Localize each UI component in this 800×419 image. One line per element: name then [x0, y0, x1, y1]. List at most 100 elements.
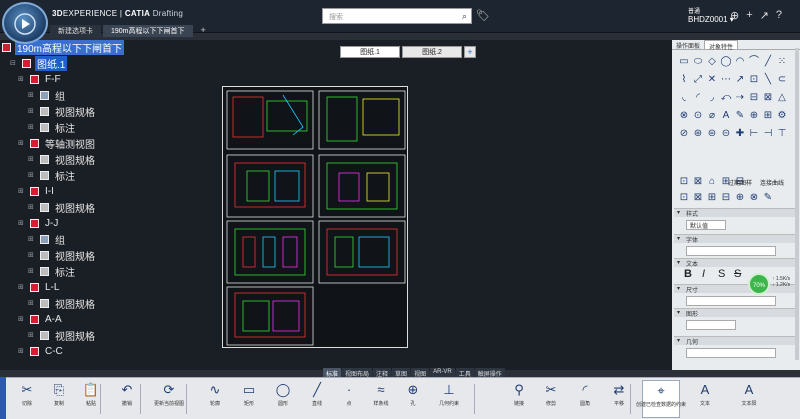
corner2-tool-icon[interactable]: ◜	[692, 92, 704, 104]
section-graphic[interactable]: 图形	[674, 308, 796, 318]
box-tool-icon[interactable]: ⊟	[748, 92, 760, 104]
action-button[interactable]: ∿ 轮廓	[196, 380, 234, 418]
section-font[interactable]: 字体	[674, 234, 796, 244]
action-tab[interactable]: AR-VR	[430, 368, 455, 377]
frame-tool-icon[interactable]: ⊡	[748, 74, 760, 86]
expand-icon[interactable]: ⊞	[28, 251, 36, 259]
tree-node[interactable]: ⊞ 视图规格	[28, 328, 97, 343]
rotate-tool-icon[interactable]: ⤺	[720, 92, 732, 104]
search-input[interactable]: 搜索 ⌕	[322, 8, 472, 24]
action-tab[interactable]: 触屏操作	[474, 368, 505, 378]
expand-icon[interactable]: ⊞	[18, 315, 26, 323]
action-button[interactable]: ▭ 矩形	[230, 380, 268, 418]
view2-tool-icon[interactable]: ⊡	[678, 192, 690, 204]
gear-tool-icon[interactable]: ⚙	[776, 110, 788, 122]
tree-node[interactable]: ⊞ 视图规格	[28, 248, 97, 263]
view2-tool-icon[interactable]: ✎	[762, 192, 774, 204]
expand-icon[interactable]: ⊞	[28, 267, 36, 275]
arc2-tool-icon[interactable]: ⌒	[748, 56, 760, 68]
expand-icon[interactable]: ⊞	[28, 299, 36, 307]
action-button[interactable]: ⌖ 创建已检查数据的约束	[636, 380, 686, 418]
diag-tool-icon[interactable]: ╲	[762, 74, 774, 86]
circle-tool-icon[interactable]: ◯	[720, 56, 732, 68]
action-button[interactable]: ⇄ 平移	[600, 380, 638, 418]
x-circle-tool-icon[interactable]: ⊗	[678, 110, 690, 122]
section-text[interactable]: 文本	[674, 258, 796, 268]
tree-node[interactable]: ⊞ I-I	[18, 184, 56, 198]
action-button[interactable]: ⊥ 几何约束	[430, 380, 468, 418]
expand-icon[interactable]: ⊞	[28, 155, 36, 163]
tree-node[interactable]: ⊞ F-F	[18, 72, 63, 86]
action-button[interactable]: ⊕ 孔	[394, 380, 432, 418]
sheet-tab-2[interactable]: 图纸.2	[402, 46, 462, 58]
view2-tool-icon[interactable]: ⊠	[692, 192, 704, 204]
ellipse-tool-icon[interactable]: ⬭	[692, 56, 704, 68]
arc-tool-icon[interactable]: ◠	[734, 56, 746, 68]
expand-icon[interactable]: ⊞	[28, 235, 36, 243]
arrow-tool-icon[interactable]: ↗	[734, 74, 746, 86]
action-tab[interactable]: 视图布局	[342, 368, 373, 378]
add-sheet-button[interactable]: +	[464, 46, 476, 58]
expand-icon[interactable]: ⊞	[28, 91, 36, 99]
expand-icon[interactable]: ⊞	[18, 75, 26, 83]
tack2-tool-icon[interactable]: ⊣	[762, 128, 774, 140]
view2-tool-icon[interactable]: ⊞	[706, 192, 718, 204]
tree-node[interactable]: ⊞ 组	[28, 232, 67, 247]
tree-node[interactable]: ⊞ 标注	[28, 120, 77, 135]
drawing-sheet[interactable]	[222, 86, 408, 348]
triangle-tool-icon[interactable]: △	[776, 92, 788, 104]
section-geometry[interactable]: 几何	[674, 336, 796, 346]
strike-button[interactable]: S	[734, 268, 741, 280]
compass-logo[interactable]	[2, 2, 48, 44]
tree-node[interactable]: ⊞ 视图规格	[28, 296, 97, 311]
action-button[interactable]: ◜ 圆角	[566, 380, 604, 418]
expand-icon[interactable]: ⊞	[28, 203, 36, 211]
action-button[interactable]: ⟳ 更新当前视图	[150, 380, 188, 418]
tack3-tool-icon[interactable]: ⊤	[776, 128, 788, 140]
tree-node[interactable]: ⊞ J-J	[18, 216, 60, 230]
diameter-tool-icon[interactable]: ⌀	[706, 110, 718, 122]
tree-node[interactable]: ⊞ 等轴测视图	[18, 136, 97, 151]
share-icon[interactable]: ↗	[760, 9, 769, 22]
action-button[interactable]: A 文本阳	[730, 380, 768, 418]
size-input[interactable]	[686, 296, 776, 306]
expand-icon[interactable]: ⊞	[18, 187, 26, 195]
arrow2-tool-icon[interactable]: ⇢	[734, 92, 746, 104]
cross-tool-icon[interactable]: ✕	[706, 74, 718, 86]
dot-circle-tool-icon[interactable]: ⊙	[692, 110, 704, 122]
expand-icon[interactable]: ⊞	[18, 139, 26, 147]
view2-tool-icon[interactable]: ⊟	[720, 192, 732, 204]
tab-new[interactable]: 新建选项卡	[50, 25, 101, 37]
subset-tool-icon[interactable]: ⊂	[776, 74, 788, 86]
user-menu[interactable]: 普通 BHDZ0001 ▾	[688, 6, 734, 24]
dots-tool-icon[interactable]: ⁙	[776, 56, 788, 68]
tree-node[interactable]: ⊞ 标注	[28, 168, 77, 183]
action-tab[interactable]: 视图	[411, 368, 430, 378]
action-button[interactable]: 📋 粘贴	[72, 380, 110, 418]
spline-tool-icon[interactable]: ⌇	[678, 74, 690, 86]
rect-tool-icon[interactable]: ▭	[678, 56, 690, 68]
tree-sheet[interactable]: ⊟ 图纸.1	[10, 55, 68, 71]
dots2-tool-icon[interactable]: ⋯	[720, 74, 732, 86]
add-user-icon[interactable]: ⊕	[730, 9, 739, 22]
tab-properties[interactable]: 对象特性	[704, 40, 739, 51]
sheet-tab-1[interactable]: 图纸.1	[340, 46, 400, 58]
style-select[interactable]: 默认值	[686, 220, 726, 230]
line-tool-icon[interactable]: ╱	[762, 56, 774, 68]
plus-circle-tool-icon[interactable]: ⊕	[748, 110, 760, 122]
minus-circle-tool-icon[interactable]: ⊝	[720, 128, 732, 140]
tree-node[interactable]: ⊞ 视图规格	[28, 104, 97, 119]
resize-tool-icon[interactable]: ⤢	[692, 74, 704, 86]
italic-button[interactable]: I	[702, 268, 705, 280]
expand-icon[interactable]: ⊞	[18, 219, 26, 227]
tag-icon[interactable]: 🏷	[476, 9, 490, 22]
view2-tool-icon[interactable]: ⊗	[748, 192, 760, 204]
action-tab[interactable]: 注释	[373, 368, 392, 378]
plus-icon[interactable]: +	[746, 9, 752, 22]
graphic-select[interactable]	[686, 320, 736, 330]
action-bar-left-handle[interactable]	[0, 377, 6, 419]
tree-node[interactable]: ⊞ 标注	[28, 264, 77, 279]
action-tab[interactable]: 标准	[323, 368, 342, 378]
tree-node[interactable]: ⊞ L-L	[18, 280, 61, 294]
expand-icon[interactable]: ⊞	[28, 123, 36, 131]
